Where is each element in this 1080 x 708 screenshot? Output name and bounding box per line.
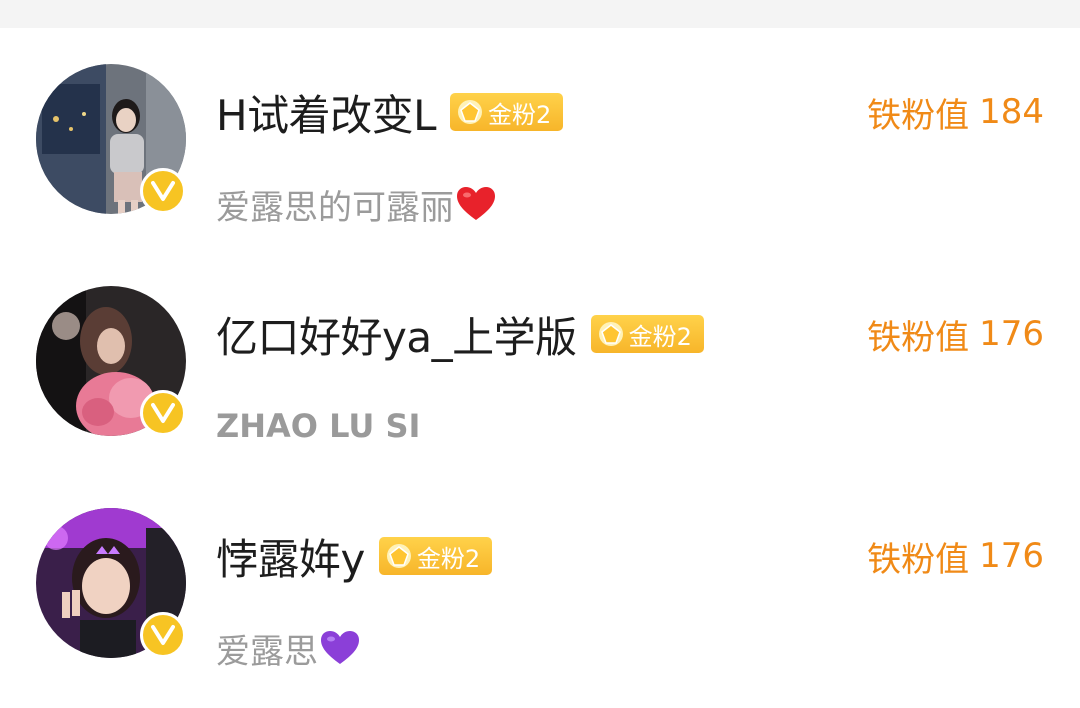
iron-fan-value: 176 — [979, 314, 1044, 354]
verified-v-icon — [151, 403, 175, 423]
fan-name[interactable]: 亿口好好ya_上学版 — [216, 304, 577, 365]
gold-fan-badge[interactable]: 金粉2 — [590, 315, 704, 353]
verified-v-icon — [151, 625, 175, 645]
fan-description: 爱露思的可露丽 — [216, 182, 496, 228]
iron-fan-value: 176 — [979, 536, 1044, 576]
fan-list: H试着改变L 金粉2 铁粉值 184 爱露思的可露丽 亿口好好ya_上学版 金粉… — [0, 28, 1080, 700]
fan-row[interactable]: H试着改变L 金粉2 铁粉值 184 爱露思的可露丽 — [0, 64, 1080, 264]
iron-fan-score: 铁粉值 176 — [867, 528, 1044, 584]
fan-description-text: 爱露思的可露丽 — [216, 187, 454, 228]
iron-fan-label: 铁粉值 — [867, 317, 970, 358]
gold-badge-label: 金粉2 — [416, 544, 481, 573]
gold-fan-badge[interactable]: 金粉2 — [449, 93, 564, 131]
diamond-icon — [386, 544, 411, 568]
avatar[interactable] — [36, 64, 186, 214]
fan-row[interactable]: 悖露姩y 金粉2 铁粉值 176 爱露思 — [0, 508, 1080, 708]
gold-badge-label: 金粉2 — [487, 100, 552, 129]
fan-description-text: ZHAO LU SI — [216, 407, 421, 445]
purple-heart-icon — [321, 631, 359, 664]
iron-fan-label: 铁粉值 — [867, 95, 970, 136]
verified-badge — [140, 390, 186, 436]
iron-fan-score: 铁粉值 184 — [867, 84, 1044, 140]
fan-name[interactable]: 悖露姩y — [216, 526, 365, 587]
fan-description: ZHAO LU SI — [216, 404, 420, 448]
top-divider-strip — [0, 0, 1080, 28]
iron-fan-value: 184 — [979, 92, 1044, 132]
avatar[interactable] — [36, 286, 186, 436]
iron-fan-label: 铁粉值 — [867, 539, 970, 580]
fan-name[interactable]: H试着改变L — [216, 82, 436, 143]
verified-badge — [140, 612, 186, 658]
name-line: 亿口好好ya_上学版 金粉2 — [216, 306, 704, 362]
avatar[interactable] — [36, 508, 186, 658]
gold-fan-badge[interactable]: 金粉2 — [378, 537, 493, 575]
iron-fan-score: 铁粉值 176 — [867, 306, 1044, 362]
diamond-icon — [457, 100, 482, 124]
fan-description: 爱露思 — [216, 626, 360, 672]
name-line: H试着改变L 金粉2 — [216, 82, 564, 143]
verified-badge — [140, 168, 186, 214]
red-heart-icon — [457, 187, 495, 220]
name-line: 悖露姩y 金粉2 — [216, 526, 493, 587]
diamond-icon — [598, 322, 623, 346]
fan-row[interactable]: 亿口好好ya_上学版 金粉2 铁粉值 176 ZHAO LU SI — [0, 286, 1080, 486]
gold-badge-label: 金粉2 — [628, 322, 692, 351]
fan-description-text: 爱露思 — [216, 631, 318, 672]
verified-v-icon — [151, 181, 175, 201]
